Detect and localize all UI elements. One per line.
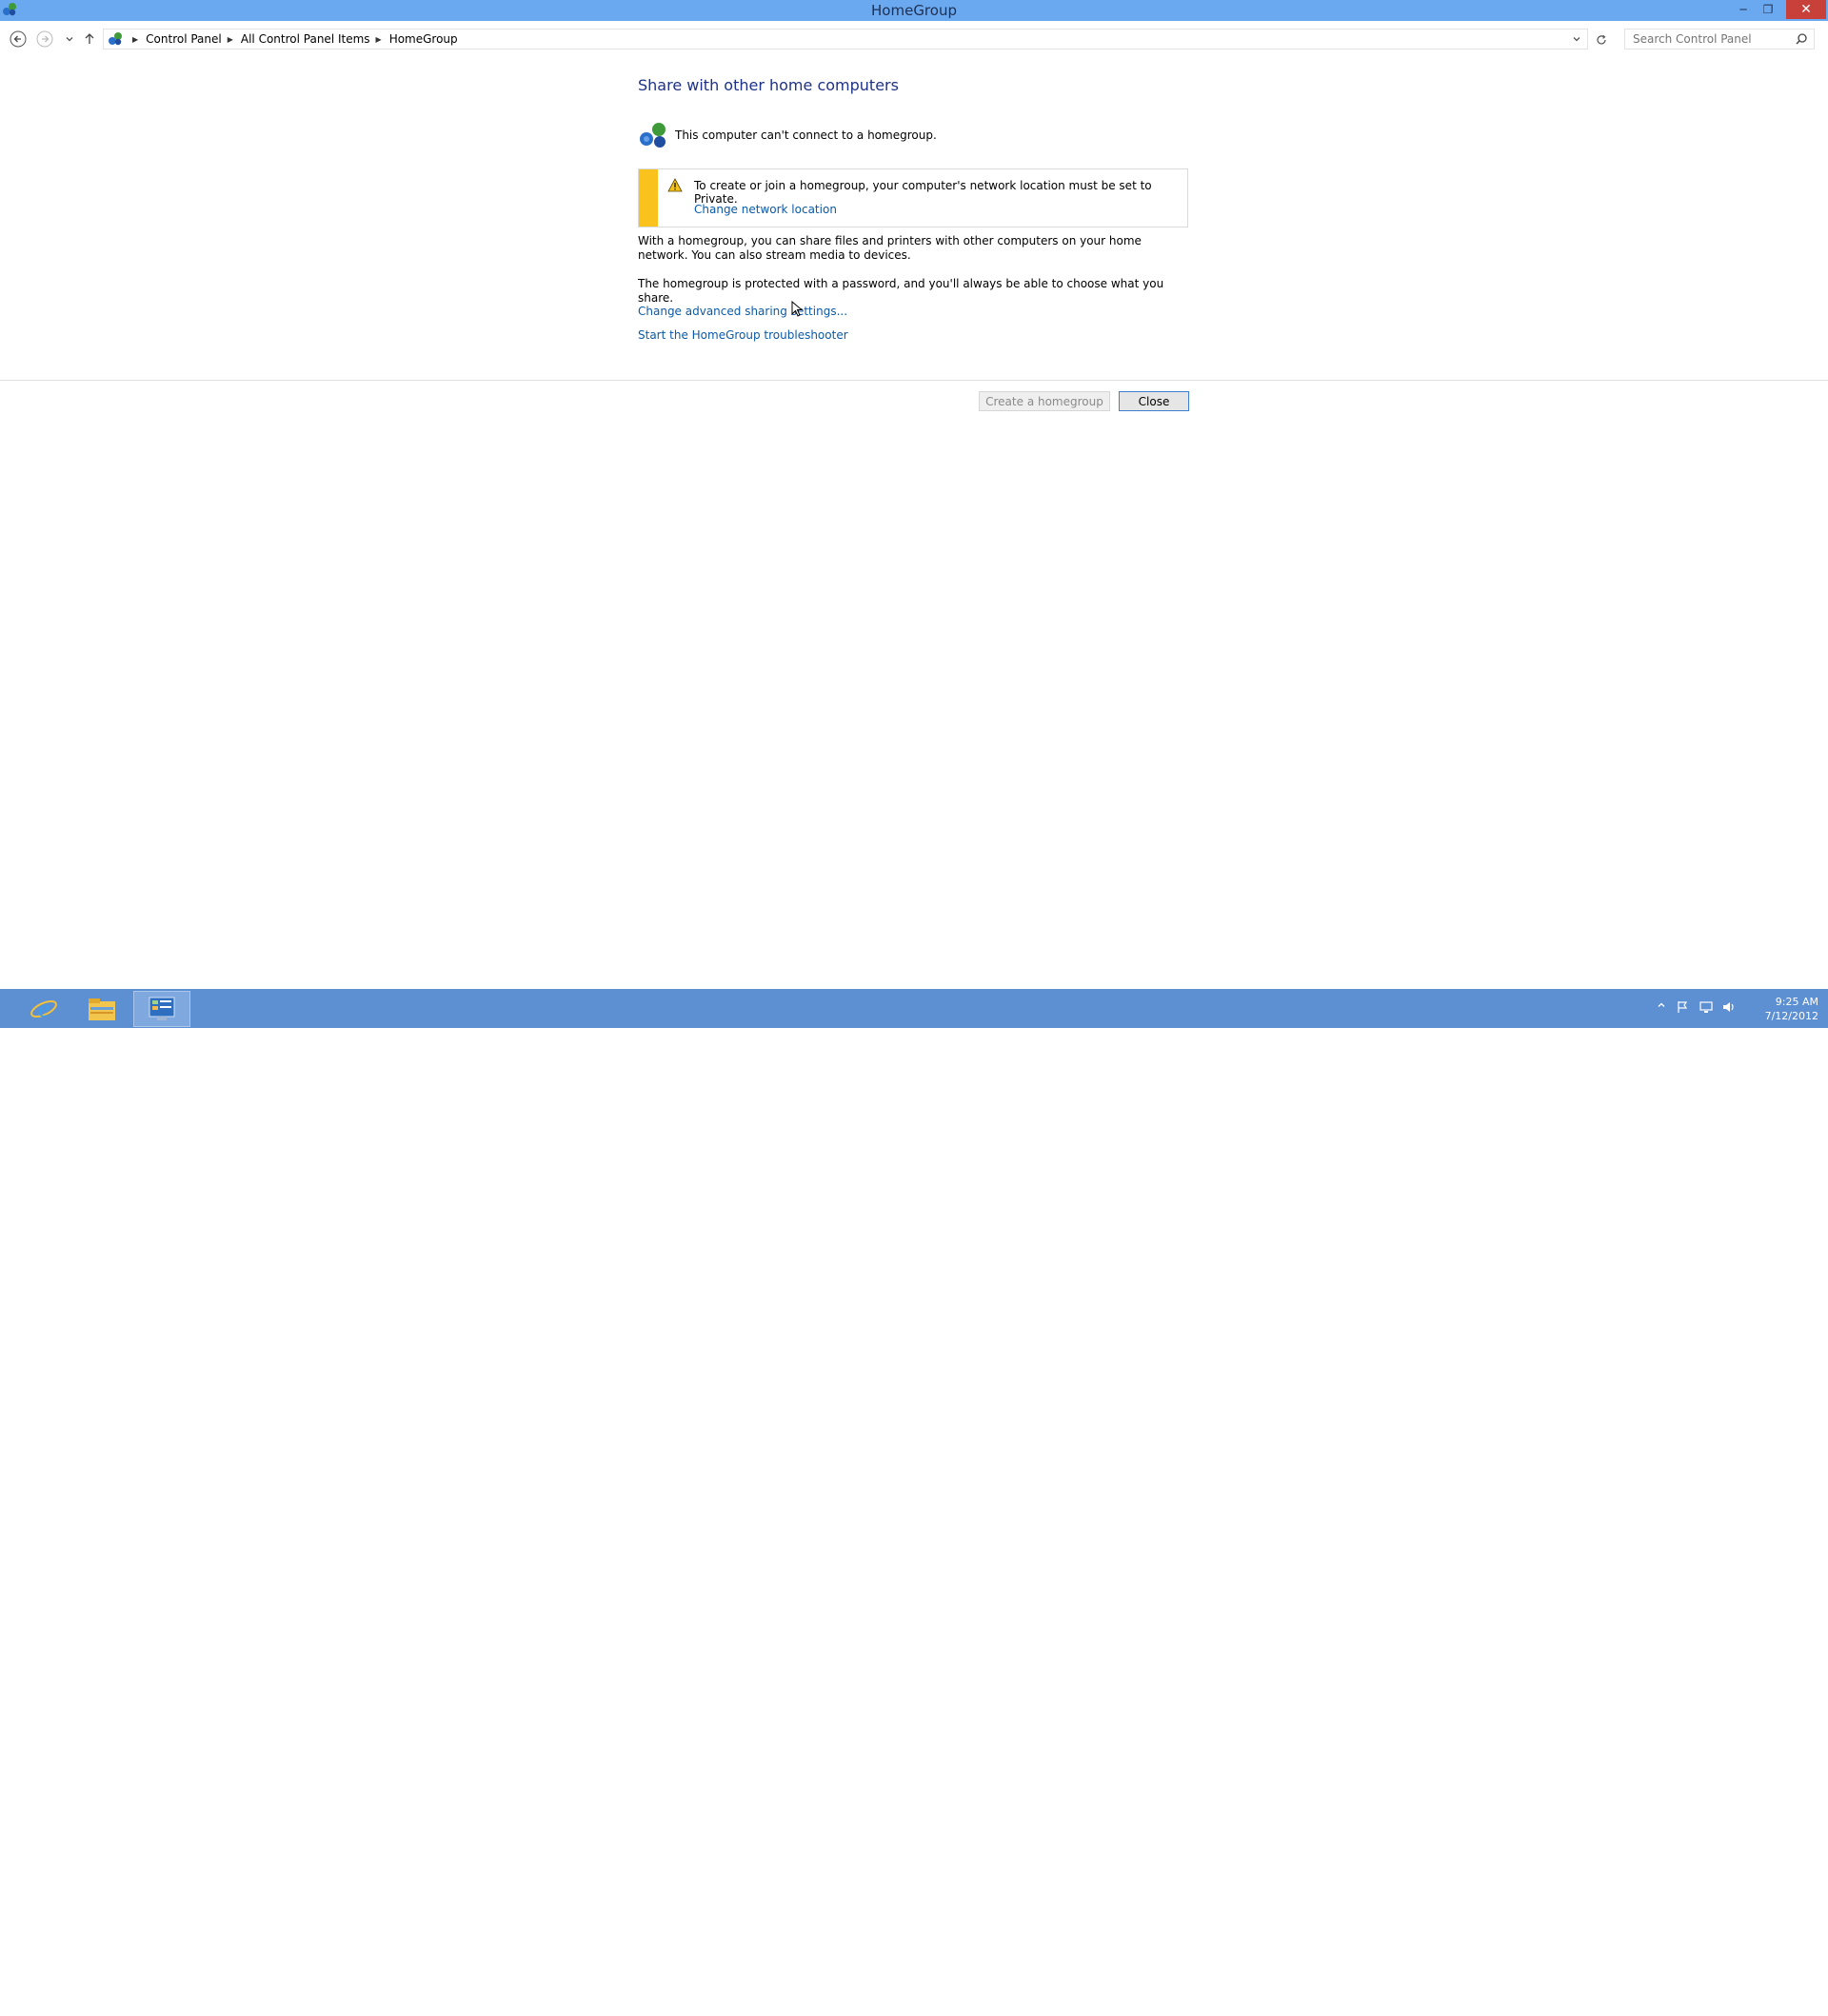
warning-box: To create or join a homegroup, your comp… [638, 168, 1188, 227]
chevron-down-icon [66, 37, 73, 42]
navigation-bar: ▶ Control Panel ▶ All Control Panel Item… [0, 21, 1828, 55]
troubleshooter-link[interactable]: Start the HomeGroup troubleshooter [638, 328, 848, 342]
close-button[interactable]: Close [1119, 391, 1189, 411]
chevron-up-icon [1658, 1002, 1665, 1007]
system-clock[interactable]: 9:25 AM 7/12/2012 [1742, 995, 1818, 1023]
homegroup-description: With a homegroup, you can share files an… [638, 234, 1142, 262]
change-network-location-link[interactable]: Change network location [694, 203, 837, 216]
tray-action-center[interactable] [1676, 1000, 1689, 1014]
control-panel-icon [149, 997, 175, 1020]
forward-button[interactable] [34, 29, 55, 49]
chevron-right-icon[interactable]: ▶ [376, 35, 382, 44]
search-box[interactable] [1624, 29, 1815, 49]
search-input[interactable] [1631, 31, 1793, 47]
refresh-icon [1597, 34, 1606, 45]
restore-button[interactable]: ❐ [1756, 0, 1780, 19]
divider [0, 380, 1828, 381]
breadcrumb-all-items[interactable]: All Control Panel Items [241, 32, 370, 46]
change-advanced-sharing-link[interactable]: Change advanced sharing settings... [638, 305, 847, 318]
breadcrumb-control-panel[interactable]: Control Panel [146, 32, 222, 46]
forward-arrow-icon [36, 30, 53, 48]
tray-show-hidden[interactable] [1657, 1000, 1666, 1010]
network-icon [1699, 1001, 1713, 1013]
homegroup-icon [640, 123, 666, 148]
main-content: Share with other home computers This com… [638, 76, 1190, 342]
book-icon [1591, 1986, 1622, 2013]
back-button[interactable] [8, 29, 29, 49]
watermark: The Collection Book [1588, 1980, 1759, 2016]
back-arrow-icon [10, 30, 27, 48]
address-dropdown-button[interactable] [1570, 32, 1583, 46]
taskbar-control-panel[interactable] [133, 991, 190, 1027]
refresh-button[interactable] [1592, 30, 1611, 49]
title-bar: HomeGroup ─ ❐ ✕ [0, 0, 1828, 21]
taskbar-internet-explorer[interactable]: e [15, 991, 72, 1027]
chevron-down-icon [1573, 37, 1580, 42]
speaker-icon [1723, 1002, 1734, 1012]
up-arrow-icon [85, 33, 94, 44]
password-description: The homegroup is protected with a passwo… [638, 277, 1164, 305]
internet-explorer-icon: e [30, 995, 57, 1022]
minimize-button[interactable]: ─ [1731, 0, 1756, 19]
svg-text:e: e [38, 995, 50, 1022]
homegroup-status: This computer can't connect to a homegro… [638, 120, 937, 150]
taskbar-file-explorer[interactable] [73, 991, 130, 1027]
file-explorer-icon [89, 998, 115, 1020]
clock-time: 9:25 AM [1775, 996, 1818, 1008]
page-title: Share with other home computers [638, 76, 899, 94]
create-homegroup-button[interactable]: Create a homegroup [979, 391, 1110, 411]
watermark-text: The Collection Book [1637, 1980, 1749, 2016]
mouse-cursor-icon [791, 301, 803, 317]
chevron-right-icon[interactable]: ▶ [228, 35, 233, 44]
up-button[interactable] [79, 29, 100, 49]
homegroup-icon [109, 32, 122, 46]
warning-icon [667, 178, 683, 192]
window-title: HomeGroup [871, 2, 957, 19]
tray-network[interactable] [1699, 1000, 1714, 1014]
close-window-button[interactable]: ✕ [1786, 0, 1826, 19]
search-icon[interactable] [1795, 32, 1808, 46]
clock-date: 7/12/2012 [1764, 1010, 1818, 1022]
warning-text: To create or join a homegroup, your comp… [694, 179, 1152, 206]
breadcrumb-homegroup[interactable]: HomeGroup [389, 32, 458, 46]
recent-locations-button[interactable] [59, 29, 80, 49]
status-text: This computer can't connect to a homegro… [675, 128, 937, 142]
tray-volume[interactable] [1721, 1000, 1737, 1014]
flag-icon [1678, 1001, 1688, 1013]
taskbar: e The Collection Book [0, 989, 1828, 2016]
warning-stripe [639, 169, 658, 227]
chevron-right-icon[interactable]: ▶ [132, 35, 138, 44]
address-bar[interactable]: ▶ Control Panel ▶ All Control Panel Item… [103, 29, 1588, 49]
